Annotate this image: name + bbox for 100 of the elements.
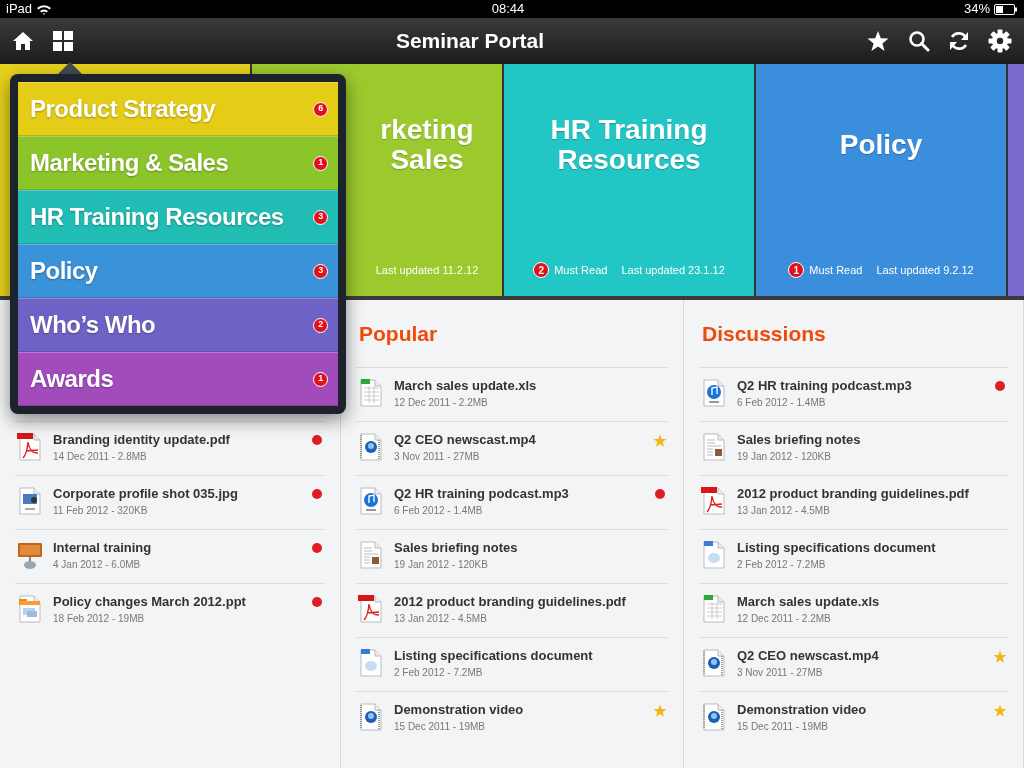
file-meta: 2 Feb 2012 - 7.2MB: [394, 666, 483, 680]
tile-title: rketing: [380, 115, 474, 145]
app-title: Seminar Portal: [395, 29, 545, 53]
count-badge: 2: [313, 317, 328, 333]
audio-file-icon: [358, 486, 384, 516]
category-tile[interactable]: Policy 1 Must Read Last updated 9.2.12: [756, 64, 1006, 296]
file-row[interactable]: Internal training 4 Jan 2012 - 6.0MB: [15, 529, 325, 583]
menu-item[interactable]: Awards 1: [18, 352, 338, 406]
file-name: Sales briefing notes: [737, 432, 861, 448]
section-heading: Discussions: [701, 321, 827, 347]
menu-item[interactable]: Product Strategy 6: [18, 82, 338, 136]
file-row[interactable]: March sales update.xls 12 Dec 2011 - 2.2MB: [356, 367, 668, 421]
file-row[interactable]: Demonstration video 15 Dec 2011 - 19MB: [356, 691, 668, 745]
wifi-icon: [36, 3, 53, 15]
slides-file-icon: [17, 594, 43, 624]
file-name: Internal training: [53, 540, 152, 556]
file-meta: 13 Jan 2012 - 4.5MB: [394, 612, 487, 626]
spreadsheet-file-icon: [358, 378, 384, 408]
document-icon: [358, 540, 384, 570]
presentation-icon: [17, 540, 43, 570]
file-row[interactable]: Sales briefing notes 19 Jan 2012 - 120KB: [699, 421, 1008, 475]
file-row[interactable]: Listing specifications document 2 Feb 2012 - 7.2MB: [356, 637, 668, 691]
unread-dot: [311, 434, 323, 446]
home-icon[interactable]: [12, 31, 34, 51]
must-read-label: Must Read: [809, 263, 863, 278]
file-meta: 15 Dec 2011 - 19MB: [737, 720, 828, 734]
file-row[interactable]: Corporate profile shot 035.jpg 11 Feb 2012 - 320KB: [15, 475, 325, 529]
count-badge: 6: [313, 101, 328, 117]
menu-item[interactable]: Who’s Who 2: [18, 298, 338, 352]
file-meta: 18 Feb 2012 - 19MB: [53, 612, 145, 626]
section-heading: Popular: [358, 321, 439, 347]
status-time: 08:44: [491, 1, 525, 17]
file-row[interactable]: March sales update.xls 12 Dec 2011 - 2.2MB: [699, 583, 1008, 637]
unread-dot: [311, 596, 323, 608]
file-row[interactable]: 2012 product branding guidelines.pdf 13 Jan 2012 - 4.5MB: [699, 475, 1008, 529]
file-meta: 13 Jan 2012 - 4.5MB: [737, 504, 830, 518]
file-name: Demonstration video: [394, 702, 524, 718]
last-updated-text: Last updated 9.2.12: [876, 263, 974, 278]
menu-item[interactable]: HR Training Resources 3: [18, 190, 338, 244]
file-name: Listing specifications document: [737, 540, 936, 556]
file-meta: 3 Nov 2011 - 27MB: [394, 450, 480, 464]
battery-percent: 34%: [963, 0, 990, 19]
tile-title: Sales: [390, 145, 464, 175]
file-row[interactable]: Policy changes March 2012.ppt 18 Feb 2012 - 19MB: [15, 583, 325, 637]
text-file-icon: [358, 648, 384, 678]
file-row[interactable]: Q2 CEO newscast.mp4 3 Nov 2011 - 27MB: [699, 637, 1008, 691]
file-meta: 14 Dec 2011 - 2.8MB: [53, 450, 147, 464]
file-row[interactable]: Q2 HR training podcast.mp3 6 Feb 2012 - 1.4MB: [356, 475, 668, 529]
unread-dot: [994, 380, 1006, 392]
file-name: Sales briefing notes: [394, 540, 518, 556]
file-row[interactable]: Branding identity update.pdf 14 Dec 2011 - 2.8MB: [15, 421, 325, 475]
unread-dot: [654, 488, 666, 500]
file-name: March sales update.xls: [394, 378, 537, 394]
category-tile[interactable]: [1008, 64, 1024, 296]
tile-title: Resources: [557, 145, 701, 175]
spreadsheet-file-icon: [701, 594, 727, 624]
file-name: Q2 HR training podcast.mp3: [394, 486, 569, 502]
file-name: March sales update.xls: [737, 594, 880, 610]
tile-title: HR Training: [550, 115, 708, 145]
file-row[interactable]: Listing specifications document 2 Feb 2012 - 7.2MB: [699, 529, 1008, 583]
tile-title: Policy: [839, 130, 923, 160]
file-meta: 19 Jan 2012 - 120KB: [394, 558, 488, 572]
file-name: Demonstration video: [737, 702, 867, 718]
text-file-icon: [701, 540, 727, 570]
count-badge: 3: [313, 209, 328, 225]
file-name: Branding identity update.pdf: [53, 432, 230, 448]
file-meta: 6 Feb 2012 - 1.4MB: [394, 504, 483, 518]
file-meta: 2 Feb 2012 - 7.2MB: [737, 558, 826, 572]
count-badge: 1: [313, 371, 328, 387]
must-read-label: Must Read: [554, 263, 608, 278]
file-meta: 4 Jan 2012 - 6.0MB: [53, 558, 141, 572]
menu-item[interactable]: Policy 3: [18, 244, 338, 298]
file-meta: 3 Nov 2011 - 27MB: [737, 666, 823, 680]
star-icon[interactable]: [866, 30, 890, 52]
file-name: Q2 CEO newscast.mp4: [394, 432, 536, 448]
file-name: Policy changes March 2012.ppt: [53, 594, 246, 610]
category-tile[interactable]: HR Training Resources 2 Must Read Last updated 23.1.12: [504, 64, 754, 296]
file-name: Listing specifications document: [394, 648, 593, 664]
settings-icon[interactable]: [988, 29, 1012, 53]
last-updated-text: Last updated 23.1.12: [621, 263, 725, 278]
video-file-icon: [358, 702, 384, 732]
pdf-file-icon: [358, 594, 384, 624]
pdf-file-icon: [17, 432, 43, 462]
star-icon: [993, 650, 1007, 664]
image-file-icon: [17, 486, 43, 516]
document-icon: [701, 432, 727, 462]
file-row[interactable]: 2012 product branding guidelines.pdf 13 Jan 2012 - 4.5MB: [356, 583, 668, 637]
menu-item[interactable]: Marketing & Sales 1: [18, 136, 338, 190]
file-meta: 6 Feb 2012 - 1.4MB: [737, 396, 826, 410]
refresh-icon[interactable]: [948, 30, 970, 52]
file-row[interactable]: Demonstration video 15 Dec 2011 - 19MB: [699, 691, 1008, 745]
file-row[interactable]: Q2 HR training podcast.mp3 6 Feb 2012 - 1.4MB: [699, 367, 1008, 421]
count-badge: 1: [313, 155, 328, 171]
search-icon[interactable]: [908, 30, 930, 52]
grid-icon[interactable]: [52, 30, 74, 52]
file-row[interactable]: Q2 CEO newscast.mp4 3 Nov 2011 - 27MB: [356, 421, 668, 475]
file-meta: 15 Dec 2011 - 19MB: [394, 720, 485, 734]
star-icon: [653, 704, 667, 718]
file-meta: 11 Feb 2012 - 320KB: [53, 504, 148, 518]
file-row[interactable]: Sales briefing notes 19 Jan 2012 - 120KB: [356, 529, 668, 583]
